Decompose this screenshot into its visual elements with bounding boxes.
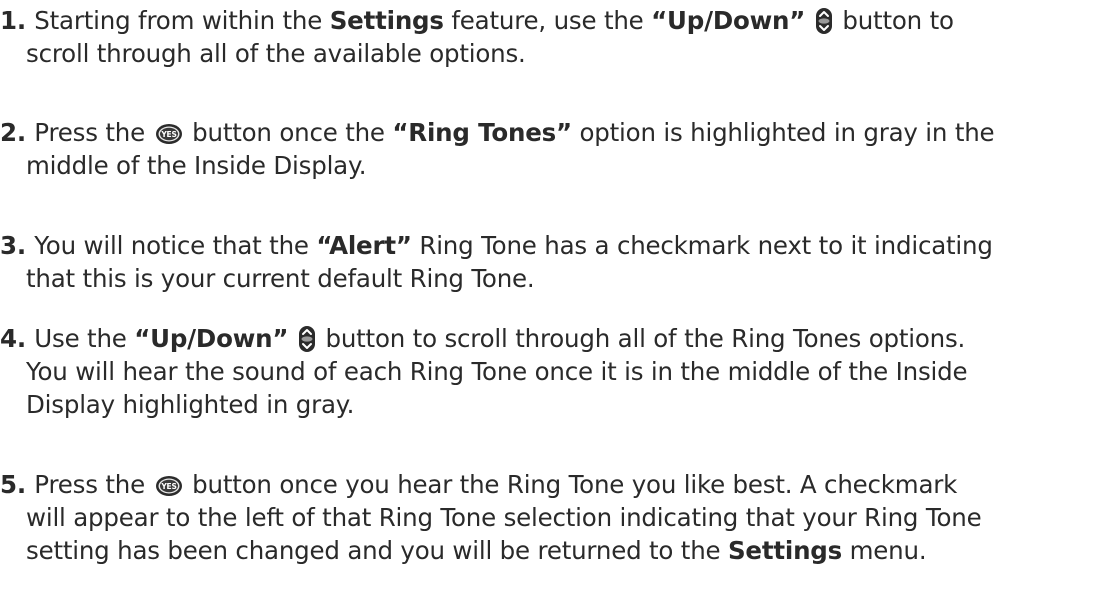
up-down-button-icon <box>815 8 832 34</box>
step-text-line: that this is your current default Ring T… <box>0 262 1090 295</box>
step-text-line: middle of the Inside Display. <box>0 149 1090 182</box>
step-text-line: setting has been changed and you will be… <box>0 534 1090 567</box>
yes-button-label: YES <box>160 130 176 139</box>
up-down-button-icon <box>298 326 315 352</box>
bold-term: Settings <box>329 6 444 35</box>
step-text: Starting from within the <box>34 6 330 35</box>
step-text-line: Press the YES button once the “Ring Tone… <box>34 118 994 147</box>
step-text <box>288 324 296 353</box>
step-text-line: Display highlighted in gray. <box>0 388 1090 421</box>
step-2: 2. Press the YES button once the “Ring T… <box>0 116 1090 182</box>
step-3: 3. You will notice that the “Alert” Ring… <box>0 229 1090 295</box>
step-text: middle of the Inside Display. <box>26 151 367 180</box>
step-text: button to <box>834 6 954 35</box>
step-text: scroll through all of the available opti… <box>26 39 526 68</box>
step-text: will appear to the left of that Ring Ton… <box>26 503 982 532</box>
step-text <box>805 6 813 35</box>
bold-term: “Up/Down” <box>134 324 289 353</box>
step-text-line: scroll through all of the available opti… <box>0 37 1090 70</box>
step-text: Use the <box>34 324 135 353</box>
step-text-line: Press the YES button once you hear the R… <box>34 470 957 499</box>
step-1: 1. Starting from within the Settings fea… <box>0 4 1090 70</box>
bold-term: “Alert” <box>316 231 412 260</box>
step-text: option is highlighted in gray in the <box>571 118 995 147</box>
step-number: 5. <box>0 470 35 499</box>
step-text: button once the <box>184 118 393 147</box>
step-text: button to scroll through all of the Ring… <box>317 324 966 353</box>
step-5: 5. Press the YES button once you hear th… <box>0 468 1090 567</box>
yes-button-label: YES <box>160 482 176 491</box>
yes-button-icon: YES <box>155 476 182 496</box>
step-text: Press the <box>34 118 153 147</box>
step-number: 3. <box>0 231 35 260</box>
step-number: 4. <box>0 324 35 353</box>
instruction-page: 1. Starting from within the Settings fea… <box>0 0 1101 610</box>
bold-term: “Up/Down” <box>651 6 806 35</box>
step-text-line: Use the “Up/Down” button to scroll throu… <box>34 324 965 353</box>
step-text: menu. <box>842 536 927 565</box>
step-number: 2. <box>0 118 35 147</box>
step-text: Ring Tone has a checkmark next to it ind… <box>411 231 993 260</box>
step-text: setting has been changed and you will be… <box>26 536 728 565</box>
step-number: 1. <box>0 6 35 35</box>
step-text: You will hear the sound of each Ring Ton… <box>26 357 968 386</box>
step-text: feature, use the <box>443 6 652 35</box>
yes-button-icon: YES <box>155 124 182 144</box>
step-text: Press the <box>34 470 153 499</box>
step-text: button once you hear the Ring Tone you l… <box>184 470 958 499</box>
step-text: that this is your current default Ring T… <box>26 264 535 293</box>
step-text-line: You will notice that the “Alert” Ring To… <box>34 231 993 260</box>
bold-term: Settings <box>727 536 843 565</box>
step-text: You will notice that the <box>34 231 317 260</box>
step-text: Display highlighted in gray. <box>26 390 355 419</box>
bold-term: “Ring Tones” <box>392 118 572 147</box>
step-text-line: will appear to the left of that Ring Ton… <box>0 501 1090 534</box>
step-text-line: Starting from within the Settings featur… <box>34 6 954 35</box>
step-4: 4. Use the “Up/Down” button to scroll th… <box>0 322 1090 421</box>
step-text-line: You will hear the sound of each Ring Ton… <box>0 355 1090 388</box>
